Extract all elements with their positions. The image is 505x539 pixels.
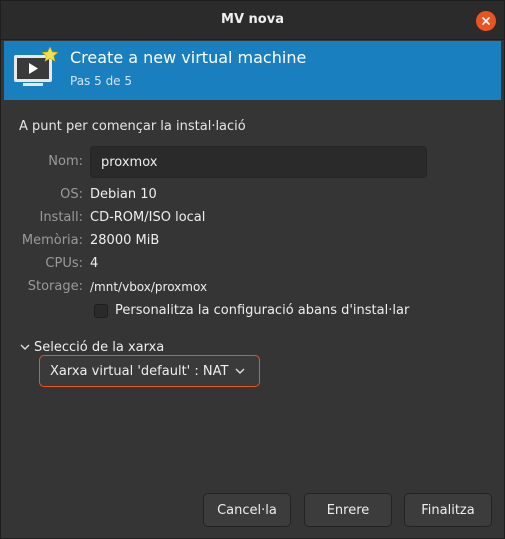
customize-checkbox[interactable] [94, 304, 108, 318]
storage-label: Storage: [27, 279, 83, 294]
os-label: OS: [60, 187, 83, 202]
close-icon [482, 17, 490, 25]
install-value: CD-ROM/ISO local [90, 210, 206, 225]
cancel-button[interactable]: Cancel·la [203, 493, 291, 527]
cpus-label: CPUs: [45, 256, 83, 271]
name-label: Nom: [48, 154, 83, 169]
chevron-down-icon [20, 344, 30, 350]
wizard-header: Create a new virtual machine Pas 5 de 5 [4, 41, 501, 100]
network-select[interactable]: Xarxa virtual 'default' : NAT [39, 355, 260, 387]
dialog-window: MV nova Create a new virtual machine Pas… [0, 0, 505, 539]
network-expander[interactable]: Selecció de la xarxa [19, 338, 164, 356]
back-button[interactable]: Enrere [304, 493, 392, 527]
storage-value: /mnt/vbox/proxmox [90, 280, 208, 294]
customize-checkbox-label[interactable]: Personalitza la configuració abans d'ins… [115, 303, 409, 318]
install-label: Install: [39, 210, 83, 225]
ready-heading: A punt per començar la instal·lació [19, 119, 246, 134]
window-title: MV nova [221, 12, 284, 27]
chevron-down-icon [235, 368, 245, 374]
memory-label: Memòria: [21, 233, 83, 248]
title-bar[interactable]: MV nova [1, 1, 504, 40]
virtual-machine-new-icon [14, 46, 59, 86]
close-button[interactable] [476, 11, 496, 31]
network-expander-label: Selecció de la xarxa [34, 339, 165, 355]
os-value: Debian 10 [90, 187, 157, 202]
network-select-value: Xarxa virtual 'default' : NAT [50, 363, 229, 379]
cpus-value: 4 [90, 256, 99, 271]
step-indicator: Pas 5 de 5 [70, 74, 133, 88]
memory-value: 28000 MiB [90, 233, 160, 248]
finish-button[interactable]: Finalitza [404, 493, 492, 527]
name-input[interactable] [90, 146, 427, 178]
header-title: Create a new virtual machine [70, 48, 307, 67]
